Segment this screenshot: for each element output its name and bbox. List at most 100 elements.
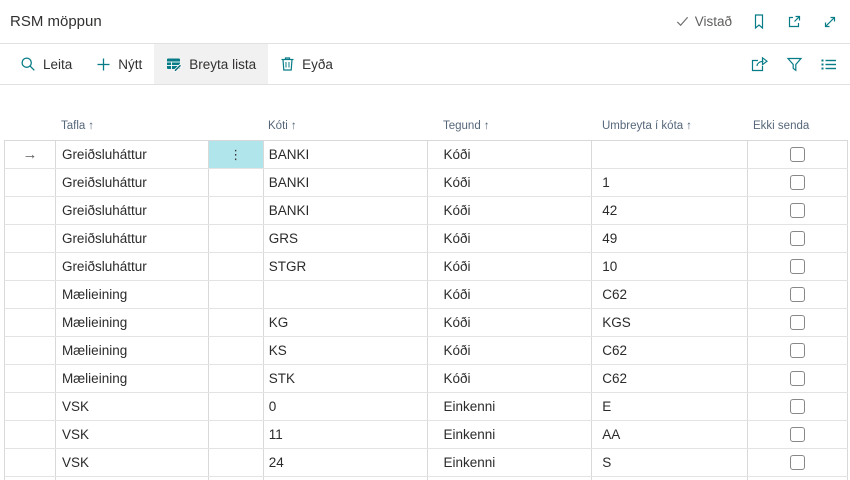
cell-tegund[interactable]: Kóði <box>428 281 592 308</box>
row-context-menu-cell[interactable] <box>209 281 264 308</box>
cell-tegund[interactable]: Kóði <box>428 169 592 196</box>
cell-tafla[interactable]: Mælieining <box>56 365 209 392</box>
cell-tegund[interactable]: Einkenni <box>428 393 592 420</box>
cell-koti[interactable]: BANKI <box>264 141 429 168</box>
cell-koti[interactable]: KS <box>264 337 429 364</box>
row-selector-cell[interactable] <box>5 365 56 392</box>
row-selector-cell[interactable] <box>5 281 56 308</box>
table-row[interactable]: Greiðsluháttur BANKIKóði42 <box>4 197 848 225</box>
table-row[interactable]: VSK 0EinkenniE <box>4 393 848 421</box>
cell-tegund[interactable]: Einkenni <box>428 449 592 476</box>
cell-umbreyta[interactable] <box>592 141 748 168</box>
row-selector-cell[interactable] <box>5 421 56 448</box>
ekki-senda-checkbox[interactable] <box>790 147 805 162</box>
row-context-menu-cell[interactable]: ⋮ <box>209 141 264 168</box>
cell-koti[interactable]: 0 <box>264 393 429 420</box>
cell-tafla[interactable]: Greiðsluháttur <box>56 197 209 224</box>
row-context-menu-cell[interactable] <box>209 449 264 476</box>
ekki-senda-checkbox[interactable] <box>790 175 805 190</box>
expand-icon[interactable] <box>822 14 838 30</box>
row-context-menu-cell[interactable] <box>209 225 264 252</box>
table-row[interactable]: GreiðsluhátturBANKIKóði1 <box>4 169 848 197</box>
ekki-senda-checkbox[interactable] <box>790 203 805 218</box>
filter-icon[interactable] <box>786 56 803 72</box>
cell-tafla[interactable]: Greiðsluháttur <box>56 141 209 168</box>
cell-tegund[interactable]: Kóði <box>428 225 592 252</box>
row-selector-cell[interactable] <box>5 225 56 252</box>
cell-tafla[interactable]: Mælieining <box>56 309 209 336</box>
row-selector-cell[interactable] <box>5 393 56 420</box>
ekki-senda-checkbox[interactable] <box>790 231 805 246</box>
cell-koti[interactable]: 11 <box>264 421 429 448</box>
row-context-menu-cell[interactable] <box>209 253 264 280</box>
table-row[interactable]: Mælieining KóðiC62 <box>4 281 848 309</box>
cell-umbreyta[interactable]: S <box>592 449 748 476</box>
table-row[interactable]: GreiðsluhátturSTGRKóði10 <box>4 253 848 281</box>
cell-koti[interactable]: STK <box>264 365 429 392</box>
ekki-senda-checkbox[interactable] <box>790 371 805 386</box>
cell-umbreyta[interactable]: C62 <box>592 365 748 392</box>
row-selector-cell[interactable] <box>5 309 56 336</box>
ekki-senda-checkbox[interactable] <box>790 455 805 470</box>
ekki-senda-checkbox[interactable] <box>790 315 805 330</box>
table-row[interactable]: Mælieining KGKóðiKGS <box>4 309 848 337</box>
list-options-icon[interactable] <box>820 57 837 72</box>
cell-tegund[interactable]: Kóði <box>428 141 592 168</box>
cell-tafla[interactable]: Greiðsluháttur <box>56 225 209 252</box>
ekki-senda-checkbox[interactable] <box>790 259 805 274</box>
row-context-menu-cell[interactable] <box>209 393 264 420</box>
table-row[interactable]: →Greiðsluháttur ⋮ BANKIKóði <box>4 141 848 169</box>
ekki-senda-checkbox[interactable] <box>790 399 805 414</box>
row-selector-cell[interactable] <box>5 197 56 224</box>
cell-tafla[interactable]: VSK <box>56 393 209 420</box>
cell-umbreyta[interactable]: AA <box>592 421 748 448</box>
table-row[interactable]: VSK 11EinkenniAA <box>4 421 848 449</box>
edit-list-button[interactable]: Breyta lista <box>154 44 268 84</box>
cell-koti[interactable]: STGR <box>264 253 429 280</box>
cell-koti[interactable]: GRS <box>264 225 429 252</box>
ellipsis-icon[interactable]: ⋮ <box>229 148 242 161</box>
column-header-umbreyta[interactable]: Umbreyta í kóta↑ <box>592 120 748 132</box>
column-header-ekki-senda[interactable]: Ekki senda <box>748 120 848 132</box>
cell-umbreyta[interactable]: 42 <box>592 197 748 224</box>
cell-tafla[interactable]: VSK <box>56 449 209 476</box>
delete-button[interactable]: Eyða <box>268 44 345 84</box>
cell-tegund[interactable]: Kóði <box>428 253 592 280</box>
row-selector-cell[interactable] <box>5 449 56 476</box>
bookmark-icon[interactable] <box>751 13 767 30</box>
cell-tegund[interactable]: Kóði <box>428 309 592 336</box>
cell-umbreyta[interactable]: 1 <box>592 169 748 196</box>
row-context-menu-cell[interactable] <box>209 365 264 392</box>
row-selector-cell[interactable]: → <box>5 141 56 168</box>
column-header-koti[interactable]: Kóti↑ <box>263 120 428 132</box>
share-icon[interactable] <box>750 56 769 73</box>
cell-tegund[interactable]: Einkenni <box>428 421 592 448</box>
cell-umbreyta[interactable]: KGS <box>592 309 748 336</box>
table-row[interactable]: GreiðsluhátturGRSKóði49 <box>4 225 848 253</box>
search-button[interactable]: Leita <box>8 44 84 84</box>
cell-koti[interactable] <box>264 281 429 308</box>
row-selector-cell[interactable] <box>5 337 56 364</box>
cell-tafla[interactable]: Mælieining <box>56 281 209 308</box>
cell-koti[interactable]: KG <box>264 309 429 336</box>
cell-tegund[interactable]: Kóði <box>428 197 592 224</box>
ekki-senda-checkbox[interactable] <box>790 427 805 442</box>
row-context-menu-cell[interactable] <box>209 169 264 196</box>
new-button[interactable]: Nýtt <box>84 44 154 84</box>
row-context-menu-cell[interactable] <box>209 337 264 364</box>
row-selector-cell[interactable] <box>5 169 56 196</box>
column-header-tafla[interactable]: Tafla↑ <box>55 120 208 132</box>
table-row[interactable]: VSK24EinkenniS <box>4 449 848 477</box>
cell-tafla[interactable]: Greiðsluháttur <box>56 253 209 280</box>
row-context-menu-cell[interactable] <box>209 421 264 448</box>
column-header-tegund[interactable]: Tegund↑ <box>428 120 592 132</box>
cell-koti[interactable]: BANKI <box>264 197 429 224</box>
cell-tafla[interactable]: VSK <box>56 421 209 448</box>
cell-umbreyta[interactable]: E <box>592 393 748 420</box>
cell-koti[interactable]: BANKI <box>264 169 429 196</box>
row-context-menu-cell[interactable] <box>209 197 264 224</box>
row-selector-cell[interactable] <box>5 253 56 280</box>
cell-tafla[interactable]: Mælieining <box>56 337 209 364</box>
cell-tegund[interactable]: Kóði <box>428 337 592 364</box>
cell-umbreyta[interactable]: C62 <box>592 281 748 308</box>
